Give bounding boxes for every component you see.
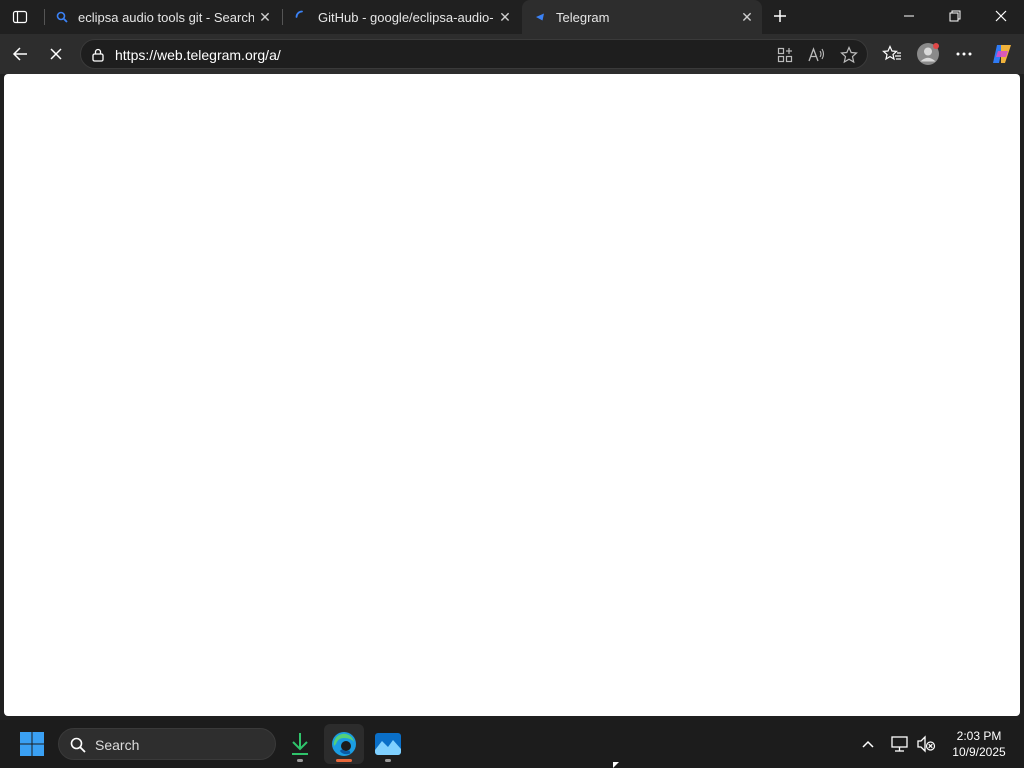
tab-strip: eclipsa audio tools git - Search ✕ GitHu… [0,0,1024,34]
search-icon [69,736,87,754]
address-bar[interactable]: https://web.telegram.org/a/ [80,39,868,69]
tab-telegram[interactable]: Telegram ✕ [522,0,762,34]
search-label: Search [95,737,140,753]
loading-icon [294,9,310,25]
photos-app-icon[interactable] [368,724,408,764]
tab-title: eclipsa audio tools git - Search [78,9,254,25]
start-windows-icon[interactable] [12,724,52,764]
lock-icon[interactable] [89,46,107,64]
profile-avatar-icon[interactable] [912,38,944,70]
running-indicator [385,759,391,762]
search-icon [54,9,70,25]
taskbar-search[interactable]: Search [58,728,276,760]
running-indicator [297,759,303,762]
telegram-icon [532,9,548,25]
copilot-icon[interactable] [986,38,1018,70]
url-text[interactable]: https://web.telegram.org/a/ [115,47,281,63]
clock-date: 10/9/2025 [952,745,1006,759]
page-content[interactable] [4,74,1020,716]
edge-browser-icon[interactable] [324,724,364,764]
close-tab-icon[interactable]: ✕ [736,6,758,28]
app-available-icon[interactable] [774,44,796,66]
close-tab-icon[interactable]: ✕ [494,6,516,28]
favorite-star-icon[interactable] [838,44,860,66]
close-tab-icon[interactable]: ✕ [254,6,276,28]
tab-title: Telegram [556,9,610,25]
minimize-icon[interactable] [886,0,932,32]
tab-github[interactable]: GitHub - google/eclipsa-audio-plugin ✕ [284,0,520,34]
more-options-icon[interactable] [948,38,980,70]
tab-separator [282,9,283,25]
tab-search[interactable]: eclipsa audio tools git - Search ✕ [44,0,280,34]
download-icon[interactable] [280,724,320,764]
mouse-cursor-icon [613,762,619,768]
network-icon[interactable] [888,732,912,756]
stop-loading-icon[interactable] [40,38,72,70]
close-window-icon[interactable] [978,0,1024,32]
new-tab-icon[interactable] [768,4,792,28]
favorites-icon[interactable] [876,38,908,70]
tab-actions-icon[interactable] [8,6,32,28]
clock-time: 2:03 PM [956,729,1002,743]
back-icon[interactable] [4,38,36,70]
restore-icon[interactable] [932,0,978,32]
read-aloud-icon[interactable] [806,44,828,66]
windows-taskbar: Search 2:03 PM 10/9/2025 [0,720,1024,768]
system-clock[interactable]: 2:03 PM 10/9/2025 [940,728,1018,760]
volume-muted-icon[interactable] [914,732,938,756]
active-indicator [336,759,352,762]
tab-title: GitHub - google/eclipsa-audio-plugin [318,9,494,25]
browser-toolbar: https://web.telegram.org/a/ [0,34,1024,74]
chevron-up-icon[interactable] [856,732,880,756]
